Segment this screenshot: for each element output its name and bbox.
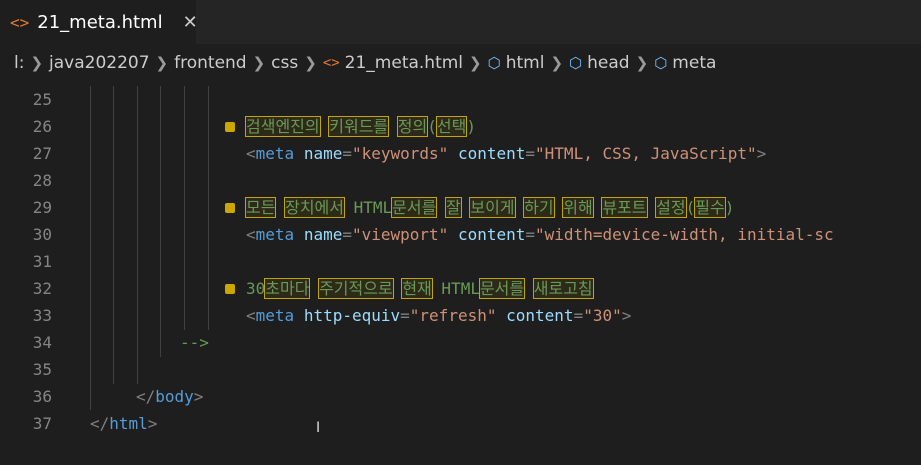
- line-number: 27: [32, 144, 52, 163]
- warning-marker-icon: [225, 284, 235, 294]
- line-number: 25: [32, 90, 52, 109]
- breadcrumb-file-label: 21_meta.html: [344, 53, 464, 73]
- breadcrumb-java202207[interactable]: java202207: [49, 53, 150, 73]
- breadcrumb-symbol-label: head: [587, 53, 630, 73]
- chevron-right-icon: ❯: [252, 54, 266, 72]
- meta-keywords-tag: <meta name="keywords" content="HTML, CSS…: [246, 144, 767, 163]
- tab-bar: <> 21_meta.html ✕: [0, 0, 921, 44]
- breadcrumb-symbol-meta[interactable]: ⬡ meta: [654, 53, 716, 73]
- code-line: 34 -->: [0, 329, 921, 356]
- breadcrumb-drive[interactable]: l:: [14, 53, 24, 73]
- chevron-right-icon: ❯: [155, 54, 169, 72]
- code-line: 25: [0, 86, 921, 113]
- code-line: 36 </body>: [0, 383, 921, 410]
- html-file-icon: <>: [10, 12, 30, 32]
- breadcrumb-frontend[interactable]: frontend: [174, 53, 246, 73]
- code-line: 31: [0, 248, 921, 275]
- body-close-tag: </body>: [136, 387, 204, 406]
- symbol-cube-icon: ⬡: [569, 54, 583, 72]
- comment-close: -->: [180, 333, 209, 352]
- breadcrumb-css[interactable]: css: [271, 53, 298, 73]
- warning-marker-icon: [225, 203, 235, 213]
- code-line: 33 <meta http-equiv="refresh" content="3…: [0, 302, 921, 329]
- close-icon[interactable]: ✕: [183, 12, 198, 33]
- breadcrumb: l: ❯ java202207 ❯ frontend ❯ css ❯ <> 21…: [0, 50, 921, 76]
- code-line: 37 </html>: [0, 410, 921, 437]
- line-number: 33: [32, 306, 52, 325]
- code-line: 35: [0, 356, 921, 383]
- chevron-right-icon: ❯: [304, 54, 317, 72]
- html-close-tag: </html>: [90, 414, 158, 433]
- code-line: 32 30초마다 주기적으로 현재 HTML문서를 새로고침: [0, 275, 921, 302]
- code-line: 30 <meta name="viewport" content="width=…: [0, 221, 921, 248]
- line-number: 30: [32, 225, 52, 244]
- comment-text: 모든 장치에서 HTML문서를 잘 보이게 하기 위해 뷰포트 설정(필수): [244, 197, 735, 218]
- html-file-icon: <>: [322, 55, 340, 71]
- meta-viewport-tag: <meta name="viewport" content="width=dev…: [246, 225, 834, 244]
- line-number: 34: [32, 333, 52, 352]
- chevron-right-icon: ❯: [635, 54, 649, 72]
- breadcrumb-symbol-html[interactable]: ⬡ html: [488, 53, 545, 73]
- line-number: 37: [32, 414, 52, 433]
- tab-21-meta-html[interactable]: <> 21_meta.html ✕: [0, 0, 198, 44]
- code-editor[interactable]: 25 26 검색엔진의 키워드를 정의(선택) 27 <meta name="k…: [0, 86, 921, 465]
- line-number: 29: [32, 198, 52, 217]
- breadcrumb-symbol-head[interactable]: ⬡ head: [569, 53, 630, 73]
- line-number: 35: [32, 360, 52, 379]
- code-line: 29 모든 장치에서 HTML문서를 잘 보이게 하기 위해 뷰포트 설정(필수…: [0, 194, 921, 221]
- symbol-cube-icon: ⬡: [654, 54, 668, 72]
- code-line: 28: [0, 167, 921, 194]
- chevron-right-icon: ❯: [30, 54, 44, 72]
- code-line: 26 검색엔진의 키워드를 정의(선택): [0, 113, 921, 140]
- line-number: 36: [32, 387, 52, 406]
- comment-text: 검색엔진의 키워드를 정의(선택): [245, 116, 476, 137]
- breadcrumb-symbol-label: meta: [672, 53, 717, 73]
- chevron-right-icon: ❯: [550, 54, 564, 72]
- line-number: 28: [32, 171, 52, 190]
- breadcrumb-symbol-label: html: [505, 53, 545, 73]
- chevron-right-icon: ❯: [469, 54, 482, 72]
- line-number: 31: [32, 252, 52, 271]
- line-number: 26: [32, 117, 52, 136]
- text-cursor-icon: I: [316, 420, 321, 436]
- comment-text: 30초마다 주기적으로 현재 HTML문서를 새로고침: [246, 278, 594, 299]
- line-number: 32: [32, 279, 52, 298]
- code-line: 27 <meta name="keywords" content="HTML, …: [0, 140, 921, 167]
- tab-title: 21_meta.html: [37, 11, 163, 33]
- breadcrumb-file[interactable]: <> 21_meta.html: [323, 53, 463, 73]
- meta-refresh-tag: <meta http-equiv="refresh" content="30">: [246, 306, 632, 325]
- warning-marker-icon: [225, 122, 235, 132]
- symbol-cube-icon: ⬡: [487, 54, 501, 72]
